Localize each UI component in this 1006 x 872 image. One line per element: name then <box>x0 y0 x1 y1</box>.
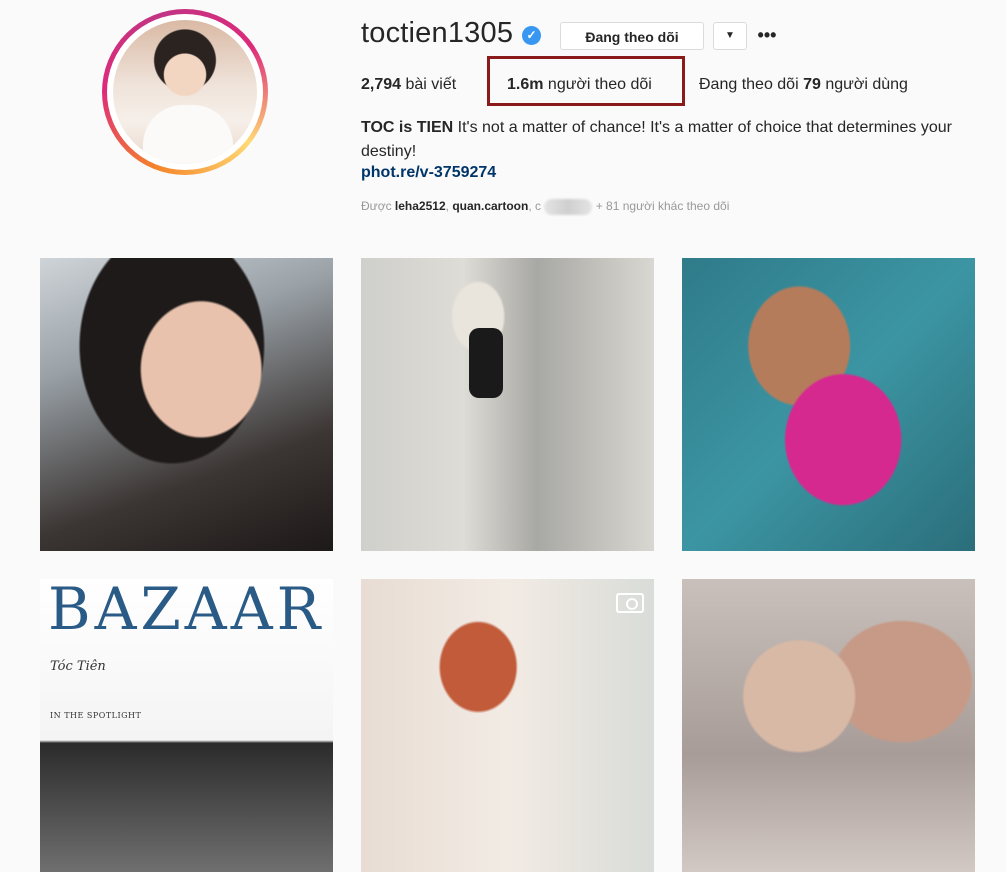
followed-by-suffix: + 81 người khác theo dõi <box>595 199 730 214</box>
cover-name: Tóc Tiên <box>50 659 106 674</box>
video-icon <box>616 593 644 613</box>
post-thumbnail[interactable] <box>361 579 654 872</box>
bio-name: TOC is TIEN <box>361 119 454 136</box>
post-thumbnail[interactable] <box>40 258 333 551</box>
profile-avatar-ring[interactable] <box>102 9 268 175</box>
posts-label: bài viết <box>405 76 457 93</box>
bio-link[interactable]: phot.re/v-3759274 <box>361 164 496 182</box>
followed-by-prefix: Được <box>361 199 392 214</box>
following-prefix: Đang theo dõi <box>699 76 799 93</box>
suggestions-dropdown-button[interactable]: ▼ <box>713 22 747 50</box>
posts-stat: 2,794 bài viết <box>361 76 456 94</box>
cover-subtitle: IN THE SPOTLIGHT <box>50 711 142 720</box>
posts-count: 2,794 <box>361 76 402 93</box>
post-thumbnail[interactable] <box>682 258 975 551</box>
following-count: 79 <box>803 76 821 93</box>
followed-by-line[interactable]: Được leha2512, quan.cartoon, c + 81 ngườ… <box>361 199 729 215</box>
followers-highlight-box <box>487 56 685 106</box>
follower-user-2[interactable]: quan.cartoon <box>452 199 528 213</box>
profile-bio: TOC is TIEN It's not a matter of chance!… <box>361 116 961 164</box>
following-stat[interactable]: Đang theo dõi 79 người dùng <box>699 76 908 94</box>
post-thumbnail[interactable] <box>361 258 654 551</box>
blurred-username <box>544 199 593 215</box>
following-button[interactable]: Đang theo dõi <box>560 22 704 50</box>
magazine-title: BAZAAR <box>48 579 325 643</box>
avatar-border <box>107 14 263 170</box>
profile-username: toctien1305 <box>361 17 514 49</box>
post-thumbnail[interactable]: BAZAAR Tóc Tiên IN THE SPOTLIGHT <box>40 579 333 872</box>
more-options-icon[interactable]: ••• <box>757 22 777 50</box>
post-thumbnail[interactable] <box>682 579 975 872</box>
follower-user-1[interactable]: leha2512 <box>395 199 446 213</box>
avatar[interactable] <box>113 20 257 164</box>
post-figure <box>469 328 503 398</box>
chevron-down-icon: ▼ <box>725 30 735 41</box>
verified-badge-icon: ✓ <box>522 26 541 45</box>
following-label: người dùng <box>825 76 908 93</box>
